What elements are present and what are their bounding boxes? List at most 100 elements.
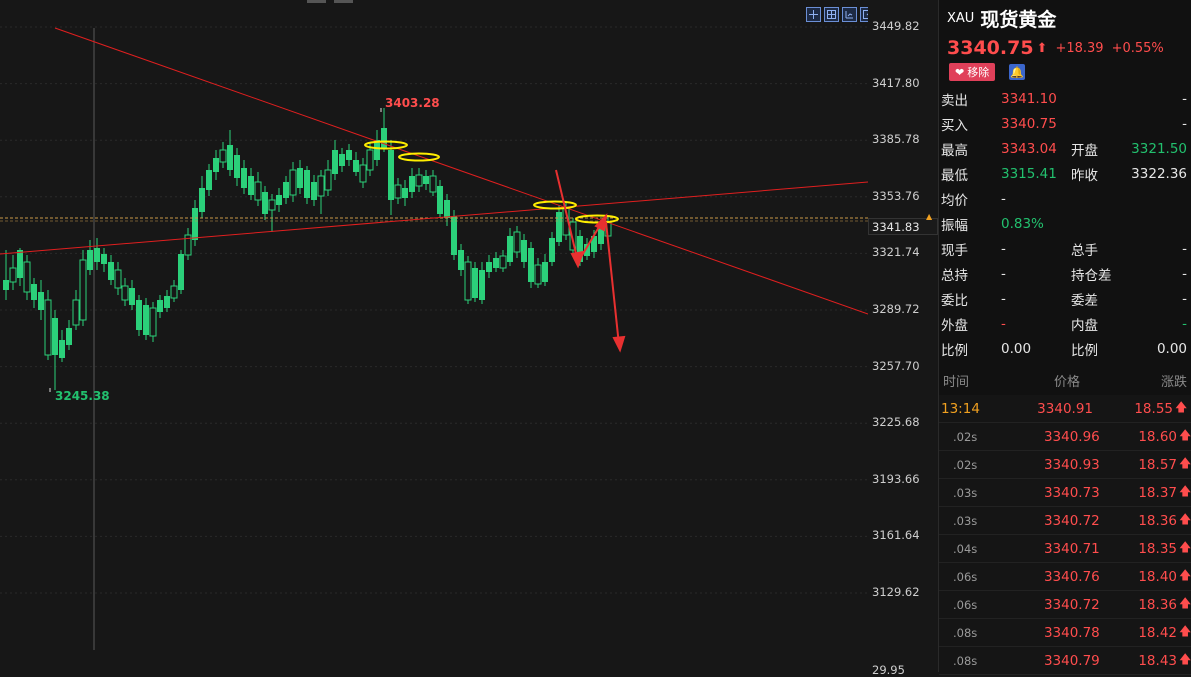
- trade-change: 18.40: [1138, 568, 1177, 585]
- trade-price: 3340.78: [1043, 624, 1100, 641]
- trade-price: 3340.76: [1043, 568, 1100, 585]
- field-value-2: -: [1182, 315, 1187, 332]
- trade-row[interactable]: .03s 3340.72 18.36 🡅: [939, 507, 1191, 535]
- field-label: 委比: [941, 292, 968, 309]
- candle-body: [66, 328, 72, 345]
- quote-header: XAU 现货黄金: [939, 0, 1191, 36]
- field-label: 均价: [941, 192, 968, 209]
- up-arrow-icon: 🡅: [1179, 512, 1191, 526]
- field-label-2: 昨收: [1071, 167, 1098, 184]
- trade-time: .06s: [953, 597, 978, 612]
- grid-tool-icon[interactable]: [824, 7, 839, 22]
- field-value-2: -: [1182, 265, 1187, 282]
- trades-list[interactable]: 13:14 3340.91 18.55 🡅 .02s 3340.96 18.60 🡅 .02s 3…: [939, 395, 1191, 675]
- trade-row[interactable]: .08s 3340.78 18.42 🡅: [939, 619, 1191, 647]
- candle-body: [59, 340, 65, 358]
- field-label: 现手: [941, 242, 968, 259]
- trades-header-price: 价格: [1053, 374, 1080, 390]
- quote-field-row: 最高 3343.04 开盘 3321.50: [941, 136, 1191, 161]
- candle-body: [108, 262, 114, 280]
- candle-body: [268, 199, 276, 211]
- candle-body: [437, 186, 443, 214]
- trade-row[interactable]: 13:14 3340.91 18.55 🡅: [939, 395, 1191, 423]
- candle-body: [206, 170, 212, 190]
- candlestick-chart[interactable]: 3403.28 3245.38: [0, 0, 875, 672]
- field-value: 3341.10: [1001, 90, 1057, 107]
- trade-time: .03s: [953, 485, 978, 500]
- up-arrow-icon: 🡅: [1175, 400, 1188, 414]
- trade-row[interactable]: .03s 3340.73 18.37 🡅: [939, 479, 1191, 507]
- field-value: 3315.41: [1001, 165, 1057, 182]
- field-label-2: 总手: [1071, 242, 1098, 259]
- candle-body: [311, 182, 317, 200]
- candle-body: [94, 248, 100, 262]
- trade-change: 18.43: [1138, 652, 1177, 669]
- alert-bell-button[interactable]: 🔔: [1009, 64, 1026, 80]
- candle-body: [199, 188, 205, 212]
- field-value-2: -: [1182, 290, 1187, 307]
- chart-canvas[interactable]: 3403.28 3245.38: [0, 0, 869, 672]
- candle-body: [192, 208, 198, 240]
- field-label: 卖出: [941, 92, 968, 109]
- candle-body: [528, 248, 534, 282]
- axis-tick-label: 3385.78: [872, 132, 920, 147]
- candle-body: [493, 258, 499, 268]
- candle-body: [213, 158, 219, 172]
- highlight-ellipse-2: [398, 152, 440, 162]
- field-value-2: 3322.36: [1131, 165, 1187, 182]
- candle-body: [241, 168, 247, 188]
- remove-label: 移除: [967, 66, 990, 79]
- price-change: +18.39: [1055, 40, 1104, 56]
- candle-body: [52, 318, 58, 355]
- trade-row[interactable]: .04s 3340.71 18.35 🡅: [939, 535, 1191, 563]
- trade-row[interactable]: .06s 3340.76 18.40 🡅: [939, 563, 1191, 591]
- candle-body: [388, 150, 394, 200]
- up-arrow-icon: 🡅: [1179, 428, 1191, 442]
- crosshair-tool-icon[interactable]: [806, 7, 821, 22]
- trade-change: 18.55: [1134, 400, 1173, 417]
- trade-row[interactable]: .06s 3340.72 18.36 🡅: [939, 591, 1191, 619]
- candle-body: [317, 175, 325, 197]
- price-tag-arrow-icon: ▲: [926, 212, 933, 221]
- candle-body: [409, 176, 415, 192]
- indicator-tool-icon[interactable]: [842, 7, 857, 22]
- field-value: -: [1001, 290, 1006, 307]
- trade-row[interactable]: .08s 3340.79 18.43 🡅: [939, 647, 1191, 675]
- trade-price: 3340.71: [1043, 540, 1100, 557]
- candle-body: [556, 212, 562, 242]
- trades-header-time: 时间: [943, 374, 970, 390]
- field-value: -: [1001, 265, 1006, 282]
- trade-row[interactable]: .02s 3340.93 18.57 🡅: [939, 451, 1191, 479]
- quote-field-row: 最低 3315.41 昨收 3322.36: [941, 161, 1191, 186]
- candle-body: [324, 169, 332, 191]
- field-label: 最高: [941, 142, 968, 159]
- trade-change: 18.36: [1138, 512, 1177, 529]
- candle-body: [339, 154, 345, 166]
- up-arrow-icon: 🡅: [1179, 456, 1191, 470]
- trade-change: 18.37: [1138, 484, 1177, 501]
- top-tab-1[interactable]: [307, 0, 326, 3]
- quote-field-row: 委比 - 委差 -: [941, 286, 1191, 311]
- field-value: 0.83%: [1001, 215, 1044, 232]
- trade-price: 3340.96: [1043, 428, 1100, 445]
- trade-price: 3340.79: [1043, 652, 1100, 669]
- quote-field-row: 振幅 0.83%: [941, 211, 1191, 236]
- up-arrow-icon: 🡅: [1179, 652, 1191, 666]
- quote-field-row: 现手 - 总手 -: [941, 236, 1191, 261]
- candle-body: [219, 149, 227, 163]
- trade-change: 18.35: [1138, 540, 1177, 557]
- trade-row[interactable]: .02s 3340.96 18.60 🡅: [939, 423, 1191, 451]
- remove-favorite-button[interactable]: ❤ 移除: [949, 63, 996, 81]
- chart-toolbar: [806, 7, 875, 22]
- candle-body: [164, 296, 170, 308]
- top-tab-2[interactable]: [334, 0, 353, 3]
- field-label-2: 持仓差: [1071, 267, 1112, 284]
- field-label: 买入: [941, 117, 968, 134]
- price-change-pct: +0.55%: [1111, 40, 1164, 56]
- candle-body: [394, 184, 402, 199]
- quote-fields: 卖出 3341.10 - 买入 3340.75 - 最高 3343.04 开盘 3321.50 最低…: [939, 84, 1191, 361]
- heart-icon: ❤: [955, 65, 965, 79]
- trade-change: 18.60: [1138, 428, 1177, 445]
- candle-body: [283, 182, 289, 198]
- candle-body: [157, 300, 163, 312]
